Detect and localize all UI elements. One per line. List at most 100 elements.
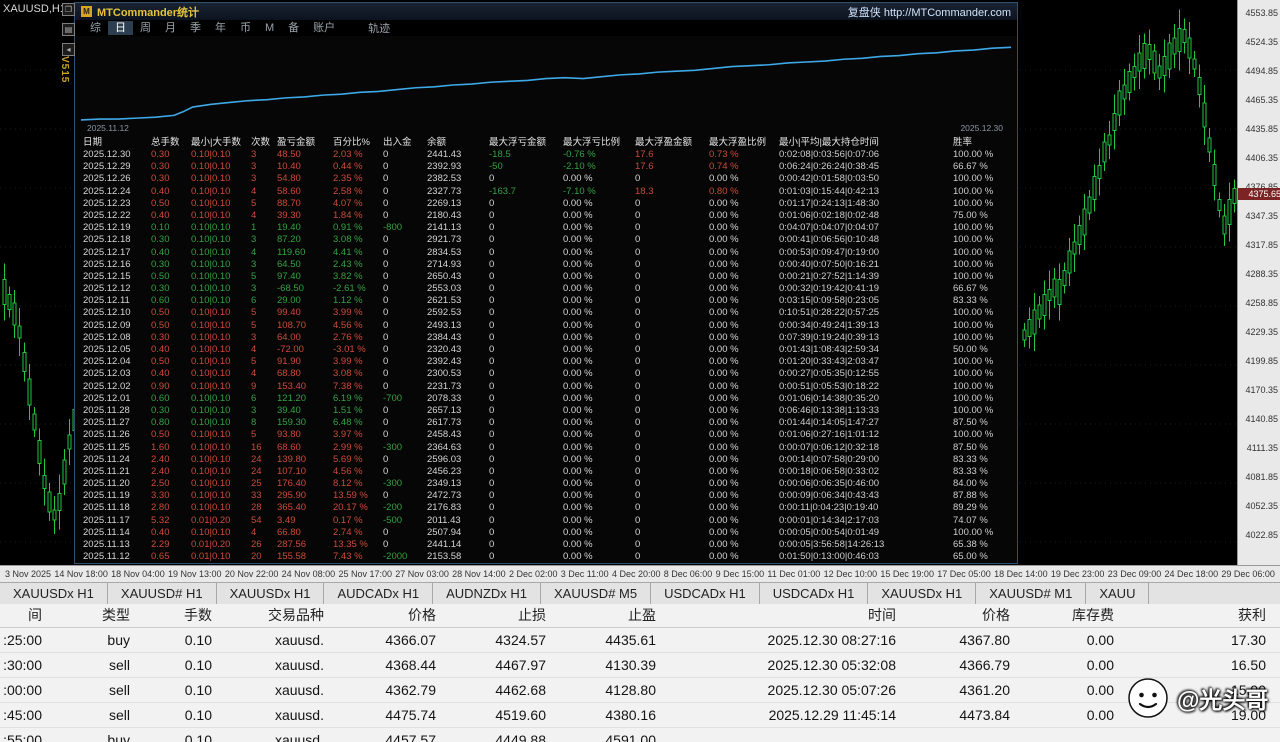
stats-row[interactable]: 2025.11.20 2.50 0.10|0.10 25 176.40 8.12 % -30… [83,478,1015,490]
stats-row[interactable]: 2025.11.27 0.80 0.10|0.10 8 159.30 6.48 % 0 261… [83,417,1015,429]
menu-item-日[interactable]: 日 [108,21,133,35]
time-axis[interactable]: 3 Nov 2025 14 Nov 18:00 18 Nov 04:00 19 Nov… [0,565,1280,582]
symbol-tab[interactable]: XAUUSD# H1 [108,583,217,604]
stats-row[interactable]: 2025.12.15 0.50 0.10|0.10 5 97.40 3.82 % 0 2650… [83,271,1015,283]
stats-row[interactable]: 2025.11.14 0.40 0.10|0.10 4 66.80 2.74 % 0 2507… [83,527,1015,539]
menu-item-月[interactable]: 月 [158,21,183,35]
stats-row[interactable]: 2025.11.26 0.50 0.10|0.10 5 93.80 3.97 % 0 2458… [83,429,1015,441]
stats-cell: 365.40 [277,502,307,514]
stats-row[interactable]: 2025.11.25 1.60 0.10|0.10 16 68.60 2.99 % -300… [83,442,1015,454]
symbol-tab[interactable]: USDCADx H1 [651,583,760,604]
stats-row[interactable]: 2025.12.10 0.50 0.10|0.10 5 99.40 3.99 % 0 2592… [83,307,1015,319]
trade-row[interactable]: :25:00 buy 0.10 xauusd. 4366.07 4324.57 4435.6… [0,628,1280,653]
stats-cell: 2025.12.22 [83,209,131,221]
stats-row[interactable]: 2025.12.11 0.60 0.10|0.10 6 29.00 1.12 % 0 2621… [83,295,1015,307]
stats-row[interactable]: 2025.12.29 0.30 0.10|0.10 3 10.40 0.44 % 0 2392… [83,161,1015,173]
stats-row[interactable]: 2025.11.18 2.80 0.10|0.10 28 365.40 20.17 % -2… [83,502,1015,514]
trade-cell: sell [108,657,130,673]
stats-cell: 0 [383,185,389,197]
stats-row[interactable]: 2025.12.17 0.40 0.10|0.10 4 119.60 4.41 % 0 283… [83,247,1015,259]
stats-cell: 0 [635,502,641,514]
stats-cell: 0:01:17|0:24:13|1:48:30 [779,197,880,209]
stats-row[interactable]: 2025.11.24 2.40 0.10|0.10 24 139.80 5.69 % 0 25… [83,454,1015,466]
stats-row[interactable]: 2025.12.16 0.30 0.10|0.10 3 64.50 2.43 % 0 2714… [83,259,1015,271]
stats-cell: 4.56 % [333,319,363,331]
stats-row[interactable]: 2025.12.09 0.50 0.10|0.10 5 108.70 4.56 % 0 249… [83,320,1015,332]
panel-title-bar[interactable]: M MTCommander统计 复盘侠 http://MTCommander.c… [75,3,1017,20]
time-axis-label: 3 Nov 2025 [5,569,52,579]
trade-row[interactable]: :45:00 sell 0.10 xauusd. 4475.74 4519.60 4380.… [0,703,1280,728]
stats-row[interactable]: 2025.12.22 0.40 0.10|0.10 4 39.30 1.84 % 0 2180… [83,210,1015,222]
stats-cell: 24 [251,453,262,465]
stats-cell: 0.00 % [563,441,593,453]
menu-item-M[interactable]: M [258,21,281,35]
stats-row[interactable]: 2025.11.13 2.29 0.01|0.20 26 287.56 13.35 % 0 2… [83,539,1015,551]
menu-item-综[interactable]: 综 [83,21,108,35]
stats-cell: 0 [635,453,641,465]
trade-cell: 2025.12.29 11:45:14 [768,707,896,723]
stats-cell: 2327.73 [427,185,462,197]
stats-row[interactable]: 2025.11.12 0.65 0.01|0.10 20 155.58 7.43 % -20… [83,551,1015,563]
stats-row[interactable]: 2025.12.30 0.30 0.10|0.10 3 48.50 2.03 % 0 2441… [83,149,1015,161]
trade-row[interactable]: :30:00 sell 0.10 xauusd. 4368.44 4467.97 4130.… [0,653,1280,678]
stats-cell: 0.50 [151,356,170,368]
stats-cell: 65.38 % [953,539,988,550]
menu-item-周[interactable]: 周 [133,21,158,35]
stats-row[interactable]: 2025.11.28 0.30 0.10|0.10 3 39.40 1.51 % 0 2657… [83,405,1015,417]
stats-row[interactable]: 2025.12.08 0.30 0.10|0.10 3 64.00 2.76 % 0 2384… [83,332,1015,344]
stats-cell: 0.00 % [563,478,593,490]
stats-cell: 0.00 % [709,331,739,343]
trade-row[interactable]: :00:00 sell 0.10 xauusd. 4362.79 4462.68 4128.… [0,678,1280,703]
symbol-tab[interactable]: XAUUSD# M1 [976,583,1087,604]
stats-row[interactable]: 2025.11.17 5.32 0.01|0.20 54 3.49 0.17 % -500 2… [83,515,1015,527]
stats-row[interactable]: 2025.12.24 0.40 0.10|0.10 4 58.60 2.58 % 0 2327… [83,186,1015,198]
stats-row[interactable]: 2025.12.26 0.30 0.10|0.10 3 54.80 2.35 % 0 2382… [83,173,1015,185]
stats-row[interactable]: 2025.11.21 2.40 0.10|0.10 24 107.10 4.56 % 0 24… [83,466,1015,478]
menu-item-备[interactable]: 备 [281,21,306,35]
stats-row[interactable]: 2025.12.23 0.50 0.10|0.10 5 88.70 4.07 % 0 2269… [83,198,1015,210]
stats-row[interactable]: 2025.12.12 0.30 0.10|0.10 3 -68.50 -2.61 % 0 25… [83,283,1015,295]
symbol-tab[interactable]: USDCADx H1 [760,583,869,604]
symbol-tab[interactable]: AUDCADx H1 [324,583,434,604]
menu-item-账户[interactable]: 账户 [306,21,342,35]
stats-cell: -2000 [383,551,408,563]
window-restore-icon[interactable]: ❐ [62,3,75,16]
stats-row[interactable]: 2025.12.19 0.10 0.10|0.10 1 19.40 0.91 % -800 2… [83,222,1015,234]
stats-cell: 0 [635,234,641,246]
stats-row[interactable]: 2025.11.19 3.30 0.10|0.10 33 295.90 13.59 % 0 2… [83,490,1015,502]
stats-cell: 0.65 [151,551,170,563]
stats-cell: 0 [489,295,495,307]
stats-header-cell: 百分比% [333,137,370,148]
menu-item-季[interactable]: 季 [183,21,208,35]
brand-link[interactable]: 复盘侠 http://MTCommander.com [848,4,1011,20]
symbol-tab[interactable]: XAUUSD# M5 [541,583,652,604]
menu-item-track[interactable]: 轨迹 [368,20,390,36]
time-axis-label: 3 Dec 11:00 [560,569,609,579]
stats-row[interactable]: 2025.12.02 0.90 0.10|0.10 9 153.40 7.38 % 0 223… [83,381,1015,393]
stats-cell: 68.80 [277,368,301,380]
menu-item-年[interactable]: 年 [208,21,233,35]
symbol-tab[interactable]: XAUU [1086,583,1150,604]
stats-cell: 8 [251,417,257,429]
menu-item-币[interactable]: 币 [233,21,258,35]
stats-cell: -18.5 [489,149,511,160]
stats-row[interactable]: 2025.12.03 0.40 0.10|0.10 4 68.80 3.08 % 0 2300… [83,368,1015,380]
stats-row[interactable]: 2025.12.18 0.30 0.10|0.10 3 87.20 3.08 % 0 2921… [83,234,1015,246]
trade-row[interactable]: :55:00 buy 0.10 xauusd. 4457.57 4449.88 4591.0… [0,728,1280,742]
symbol-tab[interactable]: XAUUSDx H1 [217,583,325,604]
mtcommander-panel[interactable]: M MTCommander统计 复盘侠 http://MTCommander.c… [74,2,1018,564]
symbol-tab[interactable]: XAUUSDx H1 [868,583,977,604]
stats-cell: 0 [489,209,495,221]
grid-icon[interactable]: ▤ [62,23,75,36]
symbol-tab[interactable]: AUDNZDx H1 [433,583,542,604]
scroll-arrow-icon[interactable]: ◂ [62,43,75,56]
stats-row[interactable]: 2025.12.05 0.40 0.10|0.10 4 -72.00 -3.01 % 0 23… [83,344,1015,356]
stats-cell: 0.00 % [563,368,593,380]
stats-cell: -700 [383,392,403,404]
stats-row[interactable]: 2025.12.01 0.60 0.10|0.10 6 121.20 6.19 % -700… [83,393,1015,405]
stats-row[interactable]: 2025.12.04 0.50 0.10|0.10 5 91.90 3.99 % 0 2392… [83,356,1015,368]
trade-cell: 16.50 [1230,657,1266,673]
price-axis[interactable]: 4375.65 4553.85 4524.35 4494.85 4465.35 4435… [1237,0,1280,565]
symbol-tab[interactable]: XAUUSDx H1 [0,583,108,604]
stats-cell: 0 [489,368,495,380]
